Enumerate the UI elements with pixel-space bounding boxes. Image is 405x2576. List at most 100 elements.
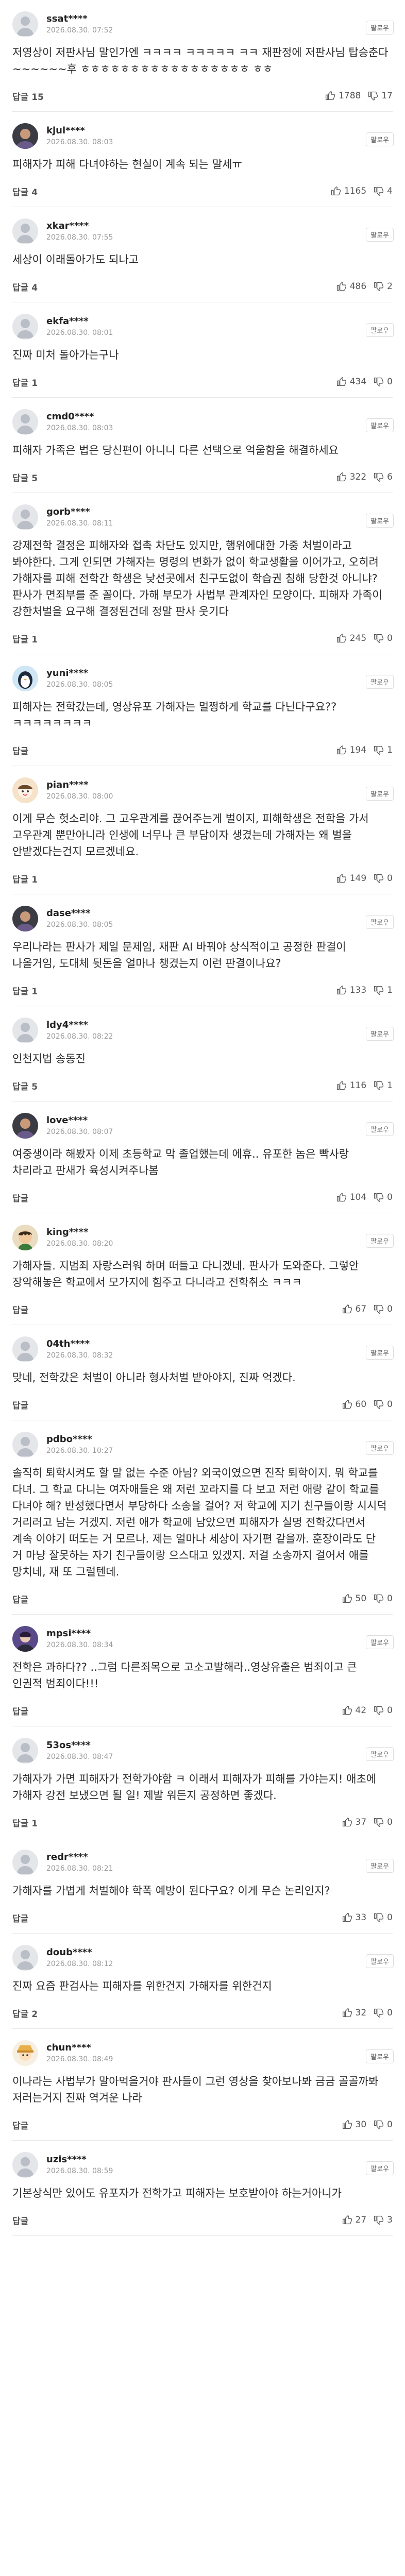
follow-button[interactable]: 팔로우 — [366, 2161, 394, 2175]
avatar[interactable] — [12, 666, 38, 691]
avatar[interactable] — [12, 1336, 38, 1362]
follow-button[interactable]: 팔로우 — [366, 1027, 394, 1041]
avatar[interactable] — [12, 1626, 38, 1652]
dislike-button[interactable]: 0 — [374, 377, 393, 387]
follow-button[interactable]: 팔로우 — [366, 1346, 394, 1360]
nickname[interactable]: yuni**** — [46, 667, 393, 680]
reply-button[interactable]: 답글 4 — [12, 185, 324, 198]
like-button[interactable]: 37 — [342, 1817, 366, 1827]
follow-button[interactable]: 팔로우 — [366, 1234, 394, 1248]
dislike-button[interactable]: 1 — [374, 985, 393, 995]
avatar[interactable] — [12, 1432, 38, 1458]
nickname[interactable]: uzis**** — [46, 2154, 393, 2166]
follow-button[interactable]: 팔로우 — [366, 418, 394, 432]
reply-button[interactable]: 답글 1 — [12, 872, 329, 885]
follow-button[interactable]: 팔로우 — [366, 228, 394, 242]
dislike-button[interactable]: 0 — [374, 1304, 393, 1314]
avatar[interactable] — [12, 2152, 38, 2178]
dislike-button[interactable]: 6 — [374, 472, 393, 482]
like-button[interactable]: 104 — [336, 1192, 366, 1202]
nickname[interactable]: 53os**** — [46, 1739, 393, 1752]
nickname[interactable]: xkar**** — [46, 220, 393, 232]
reply-button[interactable]: 답글 5 — [12, 471, 329, 484]
reply-button[interactable]: 답글 — [12, 1911, 335, 1924]
avatar[interactable] — [12, 1225, 38, 1250]
avatar[interactable] — [12, 2040, 38, 2066]
reply-button[interactable]: 답글 1 — [12, 632, 329, 645]
nickname[interactable]: ldy4**** — [46, 1019, 393, 1031]
dislike-button[interactable]: 0 — [374, 1705, 393, 1716]
follow-button[interactable]: 팔로우 — [366, 1859, 394, 1873]
dislike-button[interactable]: 2 — [374, 281, 393, 292]
dislike-button[interactable]: 3 — [374, 2215, 393, 2225]
dislike-button[interactable]: 17 — [368, 91, 393, 101]
nickname[interactable]: doub**** — [46, 1946, 393, 1959]
avatar[interactable] — [12, 409, 38, 435]
reply-button[interactable]: 답글 — [12, 1398, 335, 1411]
nickname[interactable]: chun**** — [46, 2042, 393, 2054]
avatar[interactable] — [12, 1945, 38, 1971]
follow-button[interactable]: 팔로우 — [366, 915, 394, 929]
nickname[interactable]: cmd0**** — [46, 411, 393, 423]
reply-button[interactable]: 답글 1 — [12, 1816, 335, 1829]
like-button[interactable]: 27 — [342, 2215, 366, 2225]
reply-button[interactable]: 답글 5 — [12, 1079, 329, 1092]
avatar[interactable] — [12, 1018, 38, 1043]
follow-button[interactable]: 팔로우 — [366, 1954, 394, 1968]
nickname[interactable]: pdbo**** — [46, 1433, 393, 1446]
follow-button[interactable]: 팔로우 — [366, 514, 394, 528]
avatar[interactable] — [12, 218, 38, 244]
like-button[interactable]: 32 — [342, 2008, 366, 2018]
nickname[interactable]: pian**** — [46, 779, 393, 791]
dislike-button[interactable]: 0 — [374, 1912, 393, 1923]
follow-button[interactable]: 팔로우 — [366, 2049, 394, 2063]
like-button[interactable]: 245 — [336, 633, 366, 643]
reply-button[interactable]: 답글 1 — [12, 376, 329, 388]
reply-button[interactable]: 답글 — [12, 1303, 335, 1316]
follow-button[interactable]: 팔로우 — [366, 132, 394, 146]
nickname[interactable]: ekfa**** — [46, 315, 393, 328]
dislike-button[interactable]: 1 — [374, 1080, 393, 1091]
reply-button[interactable]: 답글 15 — [12, 90, 318, 103]
like-button[interactable]: 67 — [342, 1304, 366, 1314]
reply-button[interactable]: 답글 2 — [12, 2007, 335, 2020]
like-button[interactable]: 33 — [342, 1912, 366, 1923]
avatar[interactable] — [12, 504, 38, 530]
dislike-button[interactable]: 0 — [374, 633, 393, 643]
dislike-button[interactable]: 0 — [374, 1192, 393, 1202]
like-button[interactable]: 116 — [336, 1080, 366, 1091]
nickname[interactable]: king**** — [46, 1226, 393, 1239]
like-button[interactable]: 322 — [336, 472, 366, 482]
like-button[interactable]: 486 — [336, 281, 366, 292]
avatar[interactable] — [12, 314, 38, 340]
like-button[interactable]: 60 — [342, 1399, 366, 1410]
reply-button[interactable]: 답글 4 — [12, 280, 329, 293]
avatar[interactable] — [12, 11, 38, 37]
follow-button[interactable]: 팔로우 — [366, 1635, 394, 1649]
dislike-button[interactable]: 0 — [374, 1399, 393, 1410]
nickname[interactable]: 04th**** — [46, 1338, 393, 1350]
reply-button[interactable]: 답글 — [12, 2119, 335, 2131]
nickname[interactable]: gorb**** — [46, 506, 393, 518]
follow-button[interactable]: 팔로우 — [366, 1441, 394, 1455]
avatar[interactable] — [12, 906, 38, 931]
reply-button[interactable]: 답글 — [12, 744, 329, 757]
like-button[interactable]: 149 — [336, 873, 366, 884]
avatar[interactable] — [12, 1113, 38, 1139]
nickname[interactable]: love**** — [46, 1114, 393, 1127]
avatar[interactable] — [12, 1850, 38, 1875]
dislike-button[interactable]: 0 — [374, 873, 393, 884]
like-button[interactable]: 133 — [336, 985, 366, 995]
follow-button[interactable]: 팔로우 — [366, 21, 394, 35]
dislike-button[interactable]: 1 — [374, 745, 393, 755]
nickname[interactable]: kjul**** — [46, 125, 393, 137]
follow-button[interactable]: 팔로우 — [366, 787, 394, 801]
nickname[interactable]: mpsi**** — [46, 1628, 393, 1640]
like-button[interactable]: 1165 — [331, 186, 366, 196]
avatar[interactable] — [12, 1738, 38, 1764]
follow-button[interactable]: 팔로우 — [366, 1747, 394, 1761]
dislike-button[interactable]: 4 — [374, 186, 393, 196]
dislike-button[interactable]: 0 — [374, 2008, 393, 2018]
nickname[interactable]: ssat**** — [46, 13, 393, 25]
like-button[interactable]: 42 — [342, 1705, 366, 1716]
